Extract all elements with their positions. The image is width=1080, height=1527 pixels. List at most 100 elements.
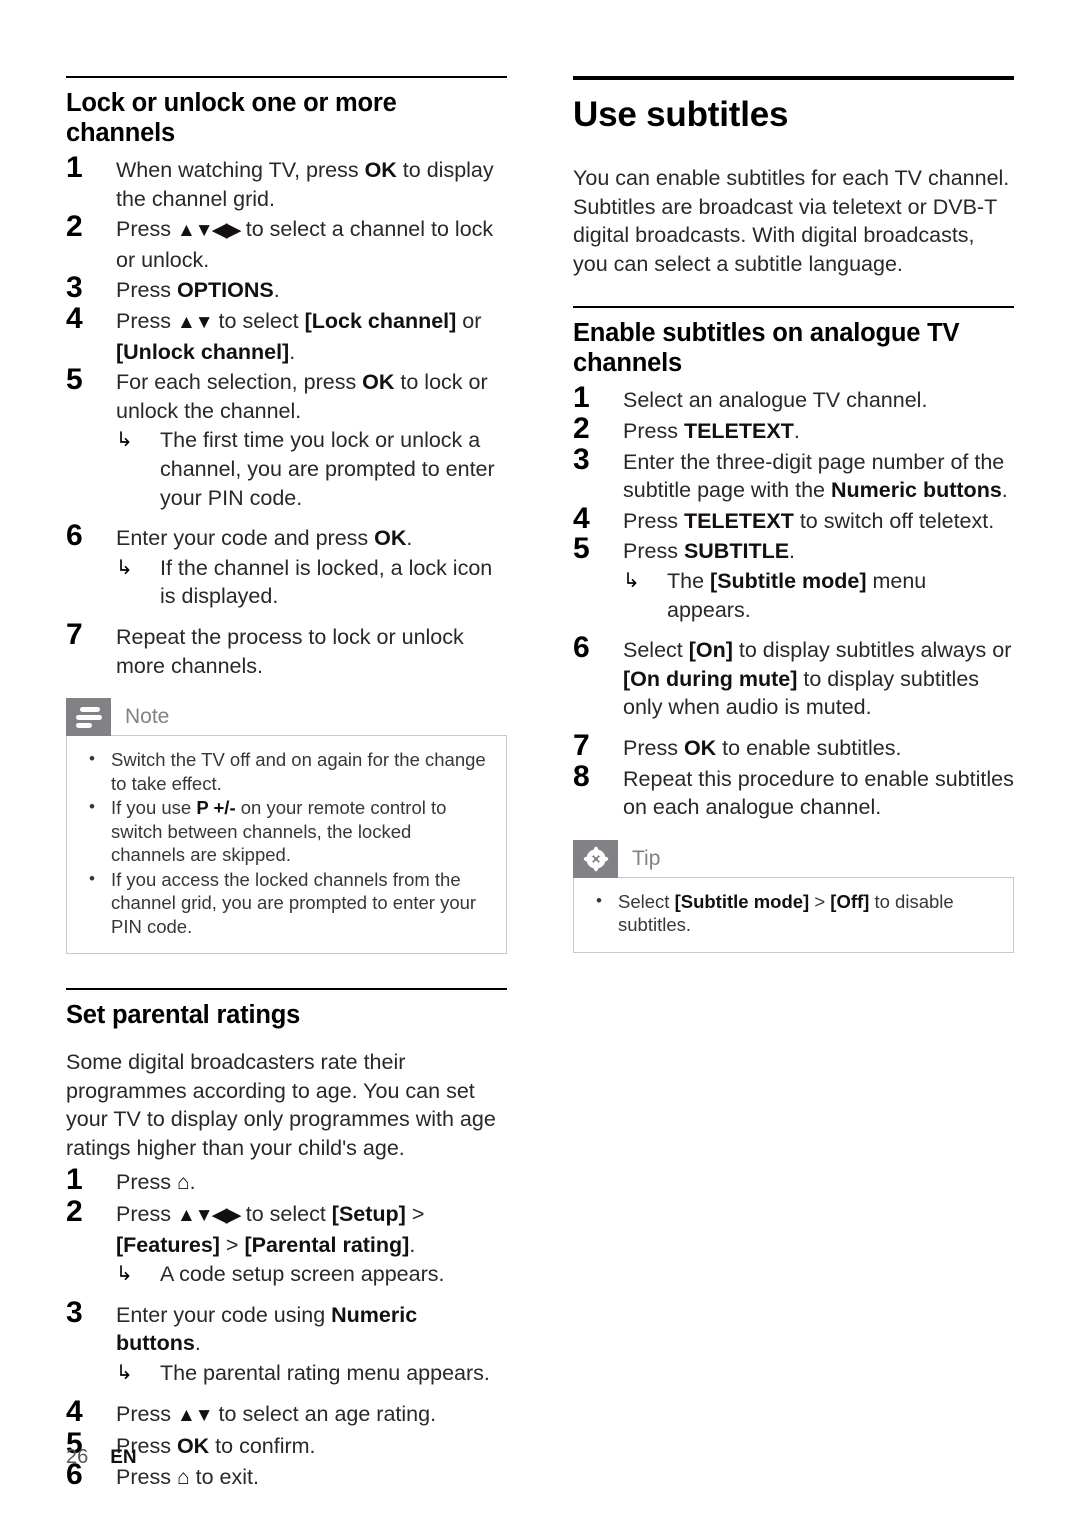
tip-callout: Tip Select [Subtitle mode] > [Off] to di… [573, 839, 1014, 953]
step-subnote: ↳ The first time you lock or unlock a ch… [116, 426, 507, 512]
page-number: 26 [66, 1446, 89, 1468]
step-number: 2 [66, 210, 83, 244]
step-subnote-text: The parental rating menu appears. [160, 1361, 490, 1386]
step-item: 6 Select [On] to display subtitles alway… [573, 631, 1014, 722]
step-text: Press ▲▼◀▶ to select [Setup] > [Features… [116, 1202, 425, 1257]
list-item: Switch the TV off and on again for the c… [83, 747, 490, 795]
step-text: When watching TV, press OK to display th… [116, 158, 494, 211]
step-item: 2 Press ▲▼◀▶ to select a channel to lock… [66, 210, 507, 274]
step-text: Press OPTIONS. [116, 278, 280, 303]
tip-callout-body: Select [Subtitle mode] > [Off] to disabl… [573, 876, 1014, 953]
step-item: 6 Enter your code and press OK. ↳ If the… [66, 519, 507, 611]
step-text: Select [On] to display subtitles always … [623, 638, 1012, 720]
note-callout-body: Switch the TV off and on again for the c… [66, 735, 507, 955]
steps-enable-subtitles: 1 Select an analogue TV channel. 2 Press… [573, 381, 1014, 822]
step-subnote-text: The [Subtitle mode] menu appears. [667, 568, 927, 622]
step-subnote-text: The first time you lock or unlock a chan… [160, 428, 495, 510]
chapter-rule [573, 76, 1014, 80]
step-number: 8 [573, 759, 590, 793]
step-item: 3 Enter your code using Numeric buttons.… [66, 1296, 507, 1388]
section-heading-enable-subtitles: Enable subtitles on analogue TV channels [573, 319, 960, 378]
tip-list: Select [Subtitle mode] > [Off] to disabl… [590, 889, 997, 937]
step-text: Press TELETEXT. [623, 418, 800, 443]
step-number: 4 [573, 501, 590, 535]
step-text: Enter your code and press OK. [116, 526, 413, 551]
step-number: 6 [573, 631, 590, 665]
page-language: EN [110, 1447, 137, 1468]
section-rule-top-left [66, 76, 507, 78]
step-item: 3 Press OPTIONS. [66, 271, 507, 305]
tip-callout-label: Tip [632, 846, 661, 870]
step-text: Repeat this procedure to enable subtitle… [623, 766, 1014, 820]
step-number: 4 [66, 301, 83, 335]
section-heading-parental-ratings: Set parental ratings [66, 1001, 301, 1030]
step-text: Enter your code using Numeric buttons. [116, 1302, 418, 1356]
step-text: Press OK to confirm. [116, 1434, 316, 1459]
step-number: 4 [66, 1394, 83, 1428]
lines-icon [66, 698, 111, 737]
hook-arrow-icon: ↳ [116, 1362, 133, 1385]
manual-page: Lock or unlock one or more channels 1 Wh… [0, 0, 1080, 1527]
subtitles-intro-paragraph: You can enable subtitles for each TV cha… [573, 166, 1010, 276]
note-callout-tab: Note [66, 698, 507, 737]
list-item: If you access the locked channels from t… [83, 867, 490, 939]
step-number: 1 [573, 381, 590, 415]
note-callout: Note Switch the TV off and on again for … [66, 698, 507, 955]
step-text: Press ▲▼ to select an age rating. [116, 1401, 437, 1426]
step-number: 5 [573, 532, 590, 566]
list-item: Select [Subtitle mode] > [Off] to disabl… [590, 889, 997, 937]
step-number: 5 [66, 363, 83, 397]
step-item: 1 Select an analogue TV channel. [573, 381, 1014, 415]
step-text: Press SUBTITLE. [623, 539, 796, 564]
step-number: 7 [573, 728, 590, 762]
page-title: Use subtitles [573, 95, 789, 134]
step-item: 7 Repeat the process to lock or unlock m… [66, 618, 507, 680]
step-item: 4 Press ▲▼ to select [Lock channel] or [… [66, 302, 507, 366]
step-text: Press OK to enable subtitles. [623, 735, 902, 760]
asterisk-icon [573, 839, 618, 878]
step-item: 1 When watching TV, press OK to display … [66, 151, 507, 213]
step-number: 2 [66, 1195, 83, 1229]
step-text: Press ▲▼ to select [Lock channel] or [Un… [116, 308, 482, 364]
section-rule-analogue [573, 306, 1014, 309]
section-rule-parental [66, 988, 507, 991]
step-subnote: ↳ The [Subtitle mode] menu appears. [623, 567, 1014, 624]
step-text: Select an analogue TV channel. [623, 388, 928, 413]
section-heading-lock-channels: Lock or unlock one or more channels [66, 89, 397, 147]
page-footer: 26 EN [66, 1446, 137, 1469]
step-text: For each selection, press OK to lock or … [116, 370, 488, 423]
hook-arrow-icon: ↳ [623, 569, 640, 592]
step-item: 5 Press SUBTITLE. ↳ The [Subtitle mode] … [573, 532, 1014, 624]
step-item: 5 For each selection, press OK to lock o… [66, 363, 507, 512]
step-number: 3 [573, 442, 590, 476]
step-text: Press ⌂. [116, 1170, 196, 1195]
step-subnote: ↳ A code setup screen appears. [116, 1260, 507, 1289]
step-item: 4 Press TELETEXT to switch off teletext. [573, 502, 1014, 536]
step-text: Press ⌂ to exit. [116, 1464, 259, 1489]
step-item: 7 Press OK to enable subtitles. [573, 729, 1014, 763]
hook-arrow-icon: ↳ [116, 429, 133, 452]
step-text: Enter the three-digit page number of the… [623, 449, 1008, 503]
step-subnote: ↳ The parental rating menu appears. [116, 1359, 507, 1388]
hook-arrow-icon: ↳ [116, 556, 133, 579]
step-number: 2 [573, 411, 590, 445]
step-item: 2 Press TELETEXT. [573, 412, 1014, 446]
steps-parental-ratings: 1 Press ⌂. 2 Press ▲▼◀▶ to select [Setup… [66, 1163, 507, 1492]
step-number: 3 [66, 1295, 83, 1329]
hook-arrow-icon: ↳ [116, 1263, 133, 1286]
step-item: 1 Press ⌂. [66, 1163, 507, 1198]
step-text: Press TELETEXT to switch off teletext. [623, 508, 995, 533]
step-text: Repeat the process to lock or unlock mor… [116, 624, 464, 678]
step-item: 8 Repeat this procedure to enable subtit… [573, 760, 1014, 822]
step-subnote: ↳ If the channel is locked, a lock icon … [116, 554, 507, 611]
list-item: If you use P +/- on your remote control … [83, 795, 490, 867]
step-item: 4 Press ▲▼ to select an age rating. [66, 1395, 507, 1431]
step-number: 3 [66, 271, 83, 305]
step-subnote-text: A code setup screen appears. [160, 1262, 445, 1287]
step-number: 6 [66, 519, 83, 553]
note-callout-label: Note [125, 705, 170, 729]
step-number: 1 [66, 1163, 83, 1197]
tip-callout-tab: Tip [573, 839, 1014, 878]
step-item: 3 Enter the three-digit page number of t… [573, 443, 1014, 505]
right-column: Use subtitles You can enable subtitles f… [573, 76, 1014, 953]
